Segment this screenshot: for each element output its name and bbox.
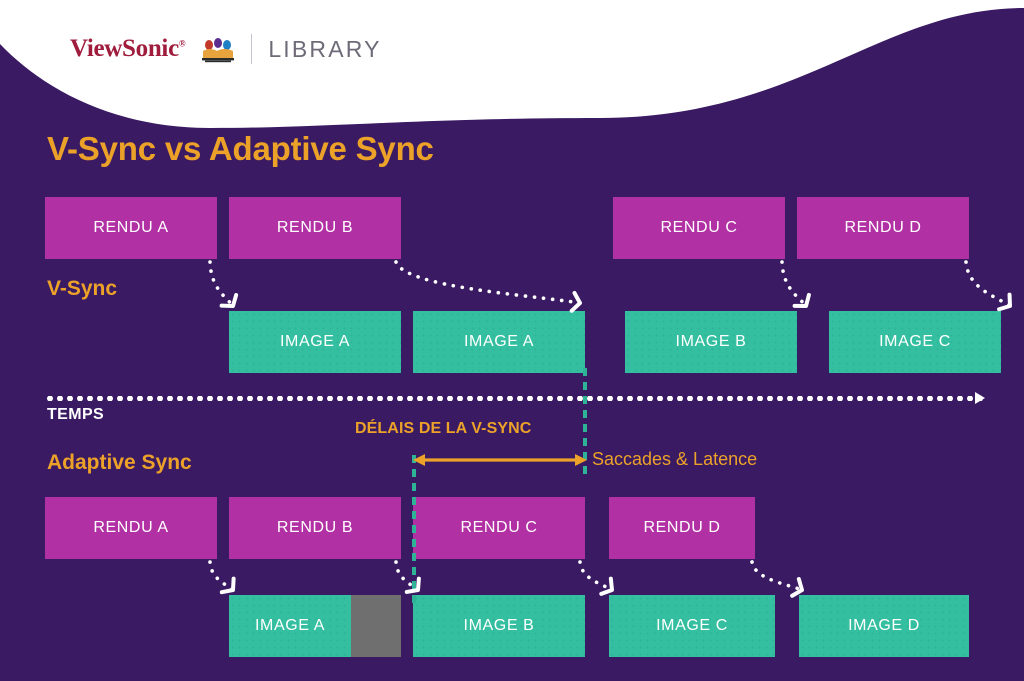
frame-block-image-a-vsync_section: IMAGE A — [229, 311, 401, 373]
dropped-frame-segment — [351, 595, 401, 657]
block-label: RENDU A — [93, 519, 169, 536]
render-block-rendu-d-adaptive_section: RENDU D — [609, 497, 755, 559]
arrow-rendu-d-to-image-c — [964, 260, 1012, 308]
block-label: IMAGE A — [464, 333, 534, 350]
frame-block-image-c-vsync_section: IMAGE C — [829, 311, 1001, 373]
render-block-rendu-b-adaptive_section: RENDU B — [229, 497, 401, 559]
render-block-rendu-b-vsync_section: RENDU B — [229, 197, 401, 259]
block-label: RENDU B — [276, 219, 354, 236]
block-label: RENDU C — [460, 519, 538, 536]
block-label: RENDU A — [93, 219, 169, 236]
vertical-divider-icon — [251, 34, 253, 64]
arrow-rendu-a-to-image-a — [208, 260, 235, 308]
block-label: RENDU B — [276, 519, 354, 536]
adaptive-section-label: Adaptive Sync — [47, 451, 192, 474]
registered-mark: ® — [178, 38, 186, 49]
frame-block-image-c-adaptive_section: IMAGE C — [609, 595, 775, 657]
arrow-rendu-c-to-image-b-head-icon — [792, 292, 811, 308]
render-block-rendu-a-vsync_section: RENDU A — [45, 197, 217, 259]
block-label: IMAGE B — [463, 617, 535, 634]
render-block-rendu-c-vsync_section: RENDU C — [613, 197, 785, 259]
block-label: RENDU D — [844, 219, 922, 236]
right-arrow-head-icon — [975, 392, 985, 404]
block-label: IMAGE A — [280, 333, 350, 350]
frame-block-image-a-vsync_section: IMAGE A — [413, 311, 585, 373]
frame-block-image-b-vsync_section: IMAGE B — [625, 311, 797, 373]
frame-block-image-b-adaptive_section: IMAGE B — [413, 595, 585, 657]
arrow-rendu-a-to-image-a-head-icon — [219, 293, 239, 308]
vsync-delay-measure-arrow — [413, 454, 587, 466]
vsync-delay-start-marker — [412, 455, 416, 605]
arrow-rendu-c-to-image-b — [780, 260, 808, 308]
vsync-delay-label: DÉLAIS DE LA V-SYNC — [355, 420, 532, 437]
render-block-rendu-a-adaptive_section: RENDU A — [45, 497, 217, 559]
time-axis-label: TEMPS — [47, 406, 105, 423]
arrow-rendu-c2-to-image-c — [578, 560, 614, 592]
page-title: V-Sync vs Adaptive Sync — [47, 130, 434, 167]
time-axis — [45, 396, 983, 401]
vsync-section-label: V-Sync — [47, 277, 118, 300]
render-block-rendu-d-vsync_section: RENDU D — [797, 197, 969, 259]
block-label: IMAGE C — [879, 333, 951, 350]
brand-name: ViewSonic® — [70, 35, 186, 62]
frame-block-image-a-adaptive_section: IMAGE A — [229, 595, 401, 657]
block-label: IMAGE C — [656, 617, 728, 634]
brand-logo[interactable]: ViewSonic® LIBRARY — [70, 34, 382, 64]
arrow-rendu-d2-to-image-d — [750, 560, 804, 592]
render-block-rendu-c-adaptive_section: RENDU C — [413, 497, 585, 559]
arrow-rendu-a2-to-image-a — [208, 560, 235, 592]
frame-block-image-d-adaptive_section: IMAGE D — [799, 595, 969, 657]
block-label: IMAGE B — [675, 333, 747, 350]
arrow-rendu-d-to-image-c-head-icon — [997, 292, 1012, 312]
block-label: RENDU C — [660, 219, 738, 236]
block-label: IMAGE D — [848, 617, 920, 634]
block-label: IMAGE A — [255, 617, 325, 634]
arrow-rendu-b-to-image-a2 — [394, 260, 582, 305]
block-label: RENDU D — [643, 519, 721, 536]
header-wave-banner — [0, 0, 1024, 128]
arrow-rendu-b-to-image-a2-head-icon — [569, 291, 582, 313]
viewsonic-birds-logo-icon — [202, 38, 235, 63]
stutter-latency-label: Saccades & Latence — [592, 449, 758, 469]
library-wordmark: LIBRARY — [268, 35, 382, 62]
